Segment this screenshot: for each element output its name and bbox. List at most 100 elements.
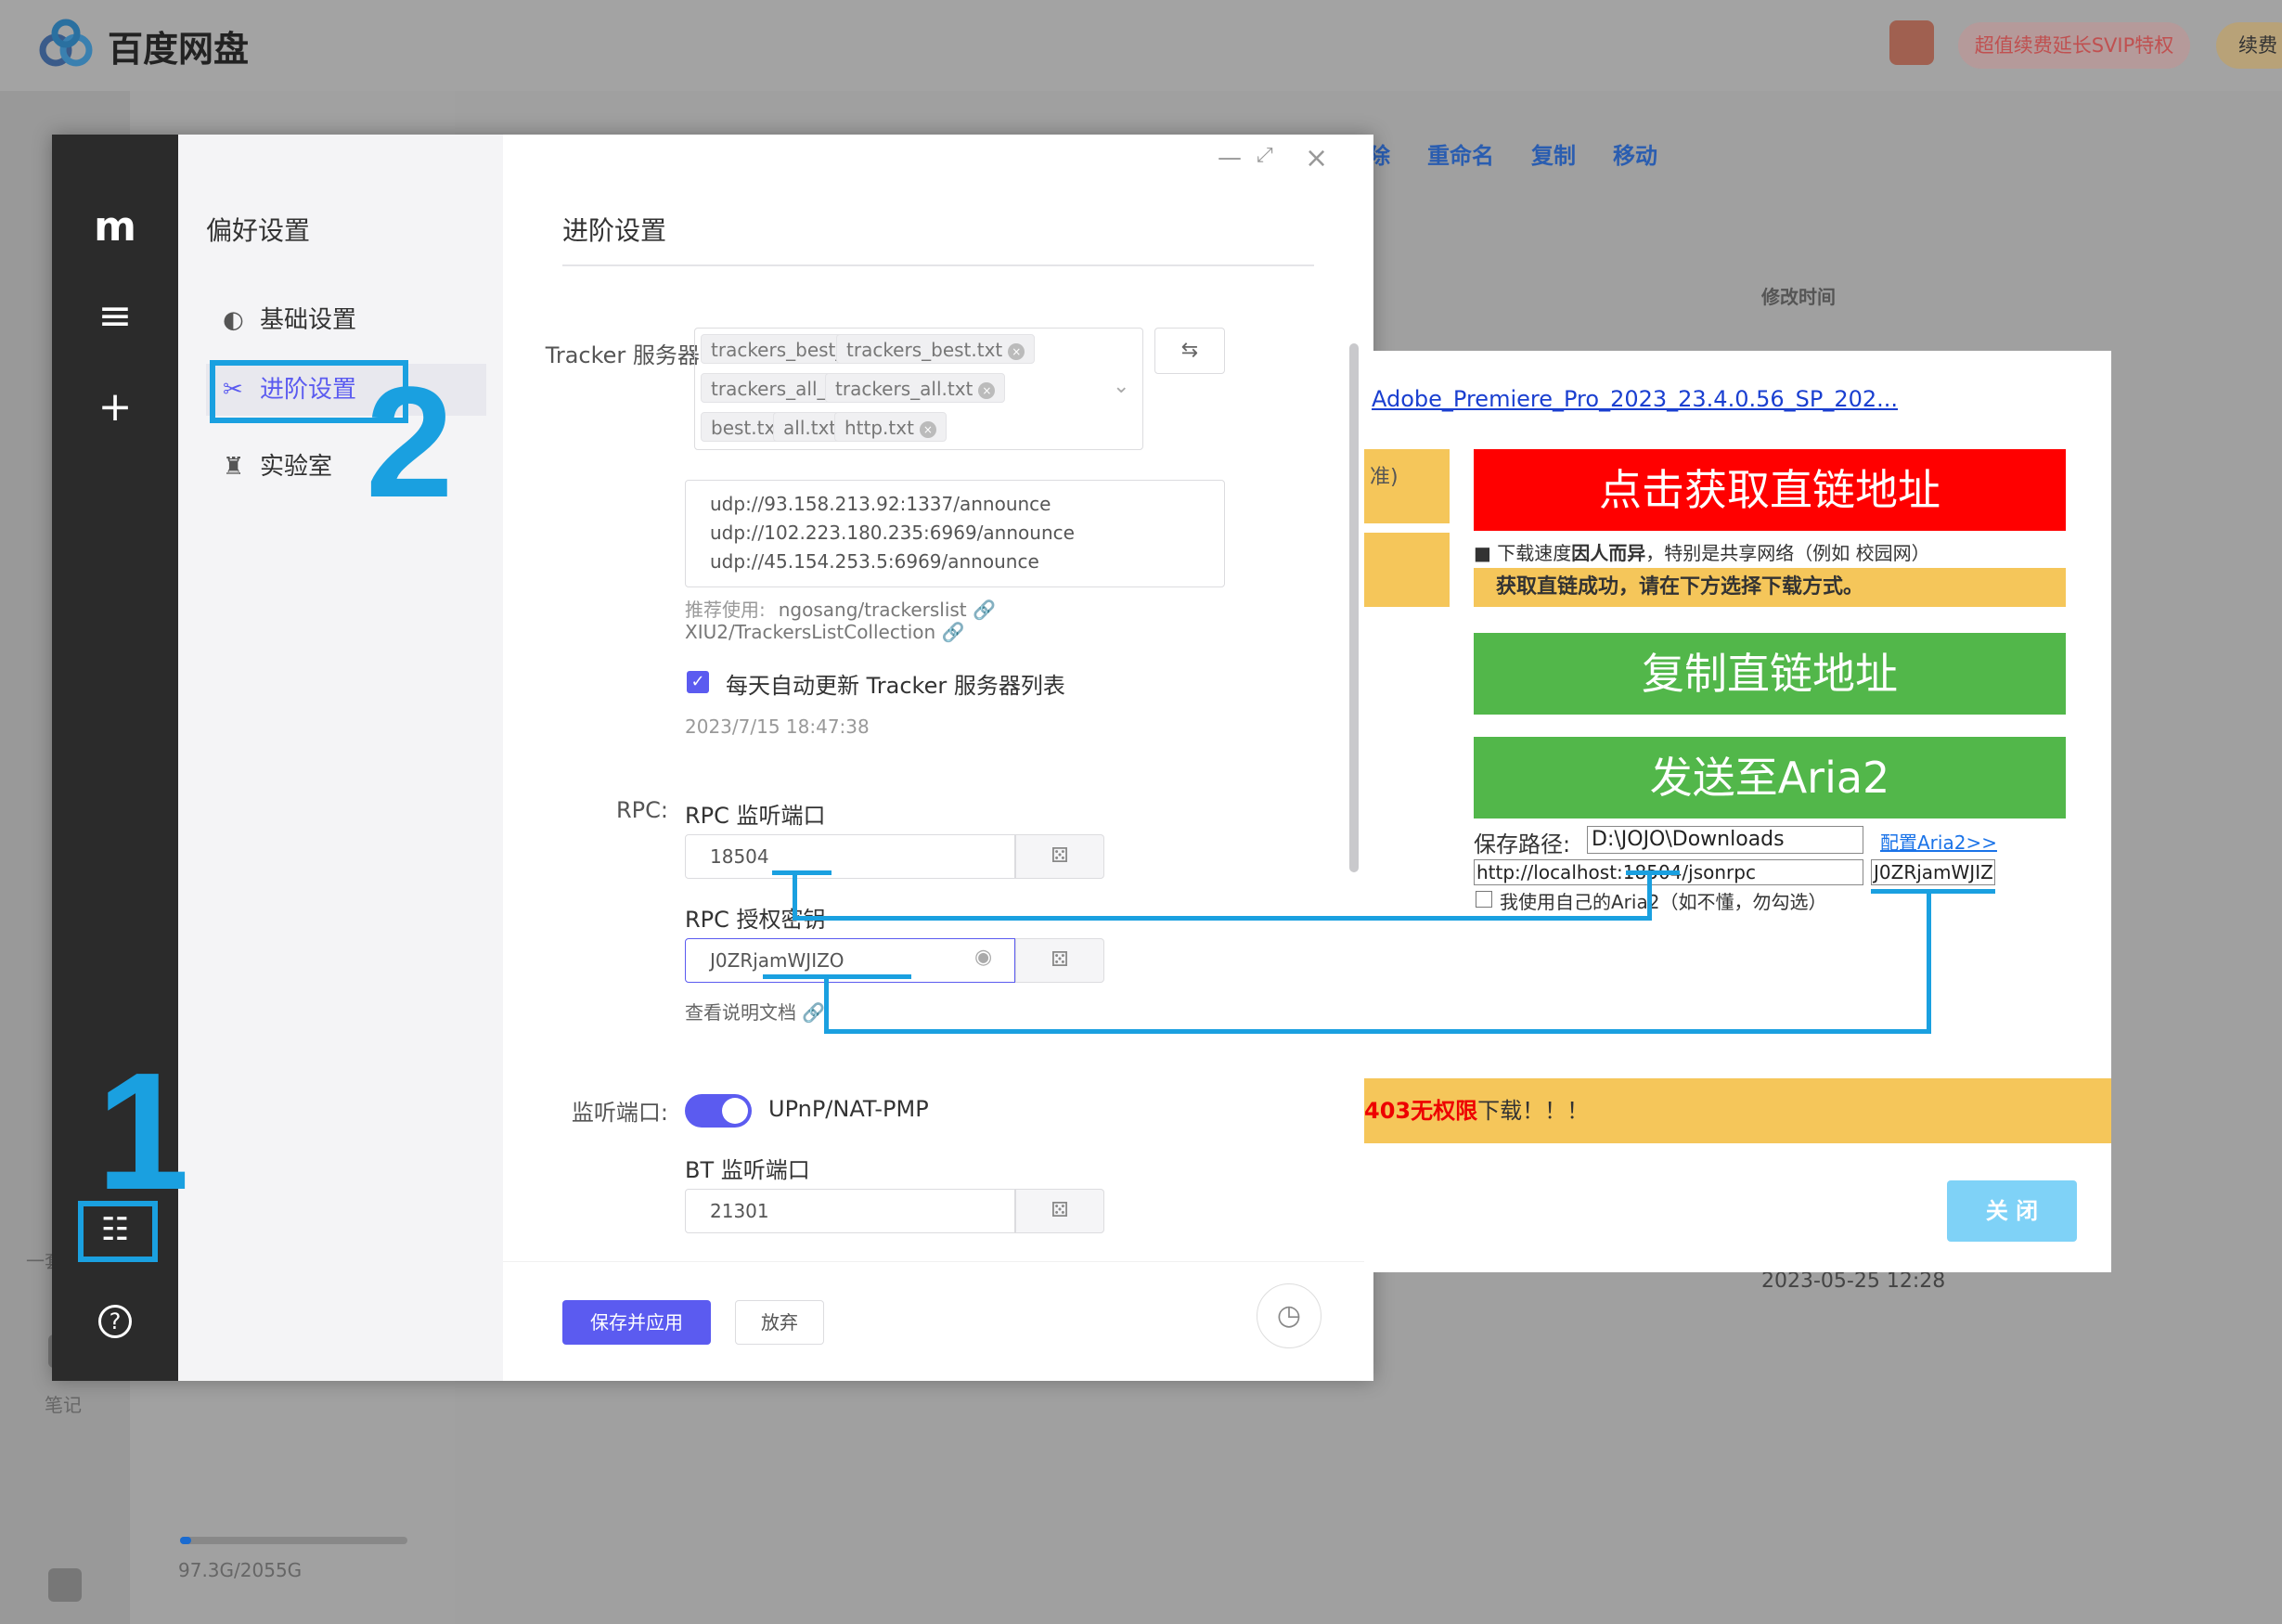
link-icon: 🔗: [973, 599, 996, 621]
gift-icon[interactable]: [1889, 20, 1934, 65]
tracker-label: Tracker 服务器:: [545, 342, 707, 368]
tracker-select[interactable]: trackers_best_ip.txt× trackers_best.txt×…: [694, 328, 1143, 450]
rpc-port-label: RPC 监听端口: [685, 803, 826, 829]
tracker-tag[interactable]: trackers_best.txt ×: [836, 334, 1036, 364]
nav-lab-label: 实验室: [260, 453, 333, 481]
tracker-sync-button[interactable]: ⇆: [1154, 328, 1225, 374]
speed-note: ■ 下载速度因人而异，特别是共享网络（例如 校园网）: [1474, 542, 1930, 564]
left-hint-box: 准): [1364, 449, 1450, 523]
renew-button[interactable]: 续费: [2216, 22, 2282, 69]
doc-link[interactable]: 查看说明文档 🔗: [685, 998, 825, 1025]
copy-button[interactable]: 复制: [1531, 137, 1576, 170]
close-icon[interactable]: ×: [1305, 142, 1328, 174]
chevron-down-icon[interactable]: ⌄: [1113, 375, 1129, 398]
listen-port-label: 监听端口:: [571, 1100, 668, 1126]
close-dialog-button[interactable]: 关 闭: [1947, 1180, 2077, 1242]
flask-icon: ♜: [223, 453, 245, 481]
tag-close-icon[interactable]: ×: [978, 381, 996, 399]
rpc-port-dice-button[interactable]: ⚄: [1015, 834, 1104, 879]
modified-date: 2023-05-25 12:28: [1761, 1270, 1946, 1293]
tag-close-icon[interactable]: ×: [1008, 342, 1025, 360]
tracker-list[interactable]: udp://93.158.213.92:1337/announce udp://…: [685, 480, 1225, 587]
page-title: 进阶设置: [562, 215, 667, 246]
link-icon: 🔗: [941, 621, 965, 643]
underline-dialog-token: [1871, 889, 1995, 894]
update-time: 2023/7/15 18:47:38: [685, 715, 870, 738]
copy-direct-link-button[interactable]: 复制直链地址: [1474, 633, 2066, 715]
baidu-logo-text: 百度网盘: [108, 29, 250, 70]
motrix-logo-icon: m: [94, 203, 136, 251]
minimize-icon[interactable]: —: [1218, 144, 1242, 172]
file-toolbar: 删除 重命名 复制 移动: [1346, 130, 2282, 176]
maximize-icon[interactable]: ⤢: [1257, 144, 1273, 167]
auto-update-checkbox[interactable]: ✓: [687, 671, 709, 693]
preferences-title: 偏好设置: [206, 215, 311, 246]
footer-divider: [503, 1261, 1373, 1262]
discard-button[interactable]: 放弃: [735, 1300, 824, 1345]
svip-promo-button[interactable]: 超值续费延长SVIP特权: [1958, 22, 2190, 69]
upnp-label: UPnP/NAT-PMP: [768, 1096, 929, 1122]
send-to-aria2-button[interactable]: 发送至Aria2: [1474, 737, 2066, 818]
annotation-number-1: 1: [97, 1038, 190, 1225]
save-path-input[interactable]: D:\JOJO\Downloads: [1587, 826, 1863, 854]
save-path-label: 保存路径:: [1474, 831, 1571, 857]
motrix-window: m ≡ + ☷ ? 偏好设置 ◐ 基础设置 ✂ 进阶设置 ♜ 实验室 — ⤢ × 进阶…: [52, 135, 1373, 1381]
recommend-prefix: 推荐使用:: [685, 599, 766, 621]
direct-link-dialog: Adobe_Premiere_Pro_2023_23.4.0.56_SP_202…: [1364, 351, 2111, 1272]
nav-notes[interactable]: 笔记: [45, 1390, 82, 1417]
eye-icon[interactable]: ◉: [974, 946, 992, 969]
tracker-line: udp://45.154.253.5:6969/announce: [710, 550, 1039, 573]
rpc-secret-dice-button[interactable]: ⚄: [1015, 938, 1104, 983]
bt-port-label: BT 监听端口: [685, 1157, 810, 1183]
tools-icon[interactable]: [48, 1568, 82, 1602]
warning-banner: 403无权限下载！！！: [1364, 1078, 2111, 1143]
get-direct-link-button[interactable]: 点击获取直链地址: [1474, 449, 2066, 531]
nav-basic-settings[interactable]: ◐ 基础设置: [223, 294, 356, 346]
storage-bar: [180, 1537, 407, 1544]
tag-close-icon[interactable]: ×: [919, 420, 936, 438]
task-list-icon[interactable]: ≡: [89, 290, 141, 342]
title-divider: [562, 264, 1314, 266]
connector-port-v1: [793, 872, 797, 921]
own-aria-label: 我使用自己的Aria2（如不懂，勿勾选）: [1500, 891, 1827, 913]
config-aria2-link[interactable]: 配置Aria2>>: [1880, 828, 1997, 855]
baidu-header: 百度网盘 超值续费延长SVIP特权 续费: [0, 0, 2282, 91]
connector-secret-v2: [1927, 891, 1931, 1034]
connector-secret-v1: [824, 976, 829, 1034]
storage-bar-fill: [180, 1537, 191, 1544]
connector-port-v2: [1647, 872, 1652, 921]
own-aria-checkbox[interactable]: [1476, 891, 1492, 908]
speedometer-icon[interactable]: ◷: [1257, 1283, 1321, 1348]
help-icon[interactable]: ?: [89, 1295, 141, 1347]
tracker-line: udp://102.223.180.235:6969/announce: [710, 522, 1075, 544]
recommend-link-1[interactable]: ngosang/trackerslist: [779, 599, 967, 621]
save-apply-button[interactable]: 保存并应用: [562, 1300, 711, 1345]
rpc-label: RPC:: [616, 797, 668, 823]
add-task-icon[interactable]: +: [89, 381, 141, 433]
nav-basic-label: 基础设置: [260, 306, 357, 334]
rename-button[interactable]: 重命名: [1427, 137, 1494, 170]
rpc-token-input[interactable]: J0ZRjamWJIZ: [1871, 859, 1995, 885]
tracker-tag[interactable]: trackers_all.txt ×: [825, 373, 1006, 403]
storage-text: 97.3G/2055G: [178, 1559, 303, 1581]
recommend-link-2[interactable]: XIU2/TrackersListCollection: [685, 621, 935, 643]
upnp-toggle[interactable]: [685, 1094, 752, 1128]
link-icon: 🔗: [802, 1001, 826, 1024]
preferences-nav: 偏好设置 ◐ 基础设置 ✂ 进阶设置 ♜ 实验室: [178, 135, 503, 1381]
connector-port-h: [793, 916, 1652, 921]
bt-port-input[interactable]: 21301: [685, 1189, 1015, 1233]
rpc-port-input[interactable]: 18504: [685, 834, 1015, 879]
file-link[interactable]: Adobe_Premiere_Pro_2023_23.4.0.56_SP_202…: [1372, 386, 1898, 412]
scrollbar[interactable]: [1349, 343, 1359, 872]
annotation-number-2: 2: [366, 354, 454, 531]
success-message: 获取直链成功，请在下方选择下载方式。: [1474, 568, 2066, 607]
tracker-tag[interactable]: http.txt ×: [834, 412, 947, 442]
auto-update-label[interactable]: 每天自动更新 Tracker 服务器列表: [726, 667, 1065, 700]
preferences-main: — ⤢ × 进阶设置 Tracker 服务器: trackers_best_ip…: [503, 135, 1373, 1381]
underline-dialog-port: [1626, 870, 1680, 875]
modified-time-header[interactable]: 修改时间: [1761, 282, 1836, 309]
bt-port-dice-button[interactable]: ⚄: [1015, 1189, 1104, 1233]
nav-lab[interactable]: ♜ 实验室: [223, 441, 332, 493]
move-button[interactable]: 移动: [1613, 137, 1657, 170]
underline-rpc-secret: [763, 974, 911, 979]
